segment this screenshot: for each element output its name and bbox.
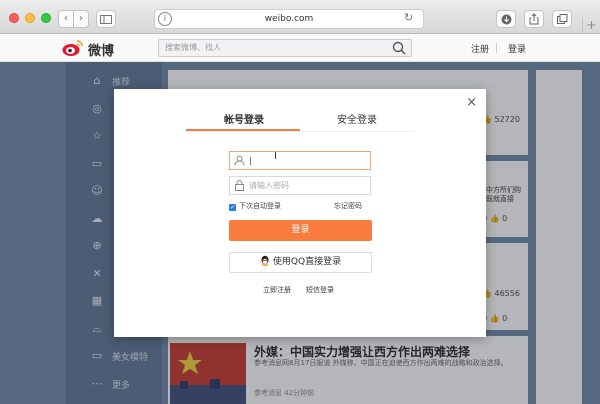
checkbox-checked-icon[interactable]: ✓ xyxy=(229,204,236,211)
header-login-link[interactable]: 登录 xyxy=(508,42,526,55)
share-button[interactable] xyxy=(524,10,544,28)
qq-penguin-icon xyxy=(261,255,269,266)
username-input[interactable] xyxy=(249,153,367,168)
address-bar[interactable]: weibo.com xyxy=(154,9,424,29)
login-modal: × 帐号登录 安全登录 I ✓下次自动登录 忘记密码 登录 使用QQ直接登录 立… xyxy=(114,89,486,337)
search-icon[interactable] xyxy=(392,41,406,55)
login-button[interactable]: 登录 xyxy=(229,220,372,241)
sms-login-link[interactable]: 短信登录 xyxy=(306,285,334,295)
tab-secure-login[interactable]: 安全登录 xyxy=(337,111,377,126)
reload-icon[interactable]: ↻ xyxy=(404,11,413,24)
downloads-button[interactable] xyxy=(496,10,516,28)
share-icon xyxy=(529,13,539,25)
active-tab-indicator xyxy=(186,129,300,131)
sidebar-toggle-button[interactable] xyxy=(96,10,116,28)
header-divider xyxy=(496,43,497,53)
close-icon[interactable]: × xyxy=(466,95,477,110)
tab-divider xyxy=(186,131,414,132)
minimize-window-button[interactable] xyxy=(25,13,35,23)
password-field[interactable] xyxy=(229,176,371,195)
tab-account-login[interactable]: 帐号登录 xyxy=(224,111,264,126)
download-icon xyxy=(501,14,511,25)
user-icon xyxy=(234,155,245,166)
forgot-password-link[interactable]: 忘记密码 xyxy=(334,201,362,211)
new-tab-button[interactable]: + xyxy=(582,18,600,34)
privacy-report-icon[interactable]: i xyxy=(158,12,172,26)
lock-icon xyxy=(235,180,244,191)
browser-toolbar: ‹ › weibo.com i ↻ + xyxy=(0,0,600,34)
tabs-icon xyxy=(556,14,567,24)
weibo-header: 微博 搜索微博、找人 注册 登录 xyxy=(0,34,600,62)
zoom-window-button[interactable] xyxy=(41,13,51,23)
tab-overview-button[interactable] xyxy=(552,10,572,28)
register-now-link[interactable]: 立即注册 xyxy=(263,285,291,295)
remember-me-checkbox[interactable]: ✓ 下次自动登录 xyxy=(229,201,281,211)
browser-window: ‹ › weibo.com i ↻ + 微博 搜索微博、找人 注册 登录 ⌂ 推… xyxy=(0,0,600,404)
back-button[interactable]: ‹ xyxy=(58,10,74,28)
forward-button[interactable]: › xyxy=(73,10,89,28)
password-input[interactable] xyxy=(249,178,367,193)
brand-name[interactable]: 微博 xyxy=(88,40,114,59)
search-input[interactable]: 搜索微博、找人 xyxy=(158,39,412,57)
text-cursor-icon: I xyxy=(274,151,277,162)
username-field[interactable] xyxy=(229,151,371,170)
close-window-button[interactable] xyxy=(9,13,19,23)
qq-login-button[interactable]: 使用QQ直接登录 xyxy=(229,252,372,273)
qq-login-label: 使用QQ直接登录 xyxy=(272,257,342,267)
weibo-logo-icon[interactable] xyxy=(62,39,84,57)
remember-me-label: 下次自动登录 xyxy=(239,202,281,210)
sidebar-icon xyxy=(100,15,112,24)
header-register-link[interactable]: 注册 xyxy=(471,42,489,55)
